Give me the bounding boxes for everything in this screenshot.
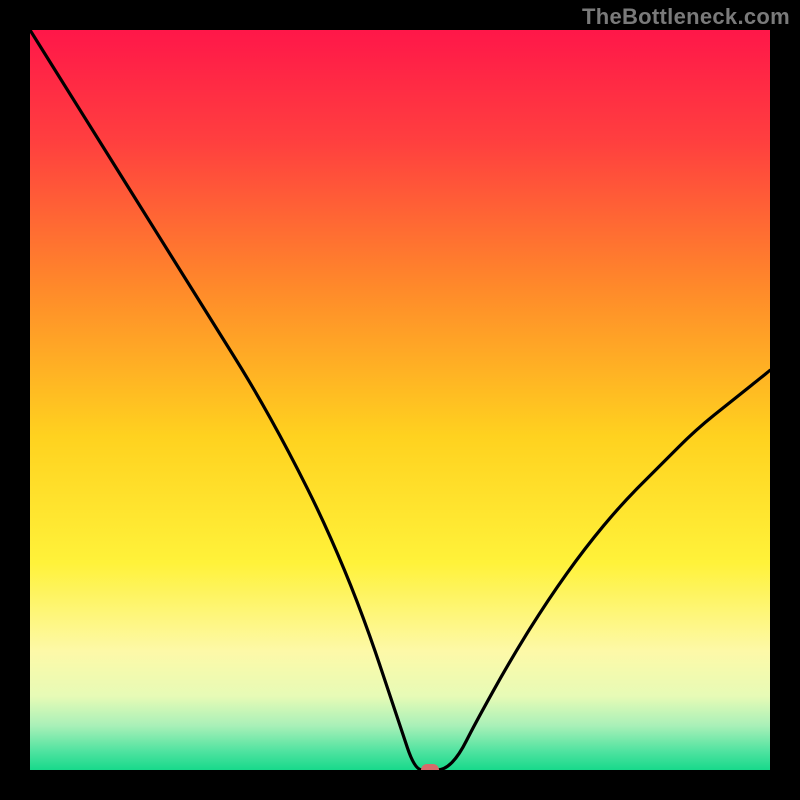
bottleneck-curve xyxy=(30,30,770,770)
optimal-point-marker xyxy=(421,764,439,770)
plot-area xyxy=(30,30,770,770)
chart-frame: TheBottleneck.com xyxy=(0,0,800,800)
watermark-text: TheBottleneck.com xyxy=(582,4,790,30)
